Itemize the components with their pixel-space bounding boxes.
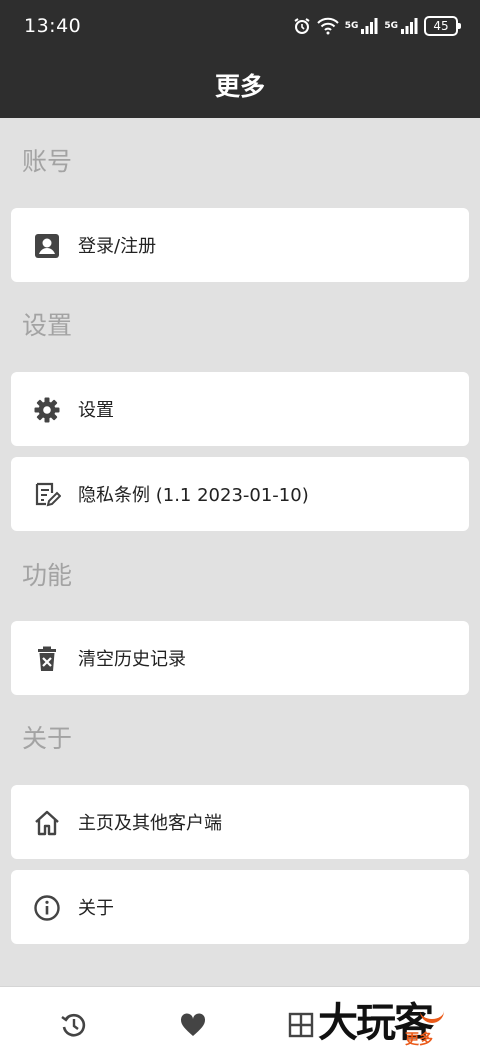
login-register-item[interactable]: 登录/注册 xyxy=(11,208,469,282)
section-header-about: 关于 xyxy=(22,724,73,753)
privacy-policy-label: 隐私条例 (1.1 2023-01-10) xyxy=(78,485,309,506)
section-header-account: 账号 xyxy=(22,147,73,176)
settings-label: 设置 xyxy=(78,400,114,421)
settings-item[interactable]: 设置 xyxy=(11,372,469,446)
clear-history-item[interactable]: 清空历史记录 xyxy=(11,621,469,695)
network-type-label-2: 5G xyxy=(384,21,398,31)
tab-favorites[interactable] xyxy=(132,987,252,1062)
wifi-icon xyxy=(316,17,339,35)
section-header-functions: 功能 xyxy=(22,561,73,590)
section-header-settings: 设置 xyxy=(22,311,73,340)
signal-icon-2 xyxy=(401,18,418,34)
privacy-policy-item[interactable]: 隐私条例 (1.1 2023-01-10) xyxy=(11,457,469,531)
tab-history[interactable] xyxy=(13,987,133,1062)
about-label: 关于 xyxy=(78,898,114,919)
network-type-label: 5G xyxy=(344,21,359,31)
app-bar: 更多 xyxy=(0,52,480,118)
alarm-icon xyxy=(294,18,310,34)
login-register-label: 登录/注册 xyxy=(78,236,157,257)
homepage-clients-label: 主页及其他客户端 xyxy=(78,813,222,834)
homepage-clients-item[interactable]: 主页及其他客户端 xyxy=(11,785,469,859)
history-icon xyxy=(61,1013,86,1037)
about-item[interactable]: 关于 xyxy=(11,870,469,944)
info-icon xyxy=(34,895,60,921)
gear-icon xyxy=(34,397,60,423)
battery-indicator: 45 xyxy=(424,16,461,36)
heart-icon xyxy=(180,1013,206,1036)
tab-more-label: 更多 xyxy=(405,1032,433,1048)
status-time: 13:40 xyxy=(24,15,82,37)
document-edit-icon xyxy=(35,482,61,507)
grid-icon xyxy=(288,1012,314,1038)
account-box-icon xyxy=(35,234,59,258)
home-icon xyxy=(35,810,59,836)
clear-history-label: 清空历史记录 xyxy=(78,649,186,670)
signal-icon xyxy=(361,18,378,34)
trash-icon xyxy=(38,646,56,671)
status-bar: 13:40 5G 5G 45 xyxy=(0,0,480,52)
page-title: 更多 xyxy=(214,72,265,101)
status-icons: 5G 5G 45 xyxy=(293,14,461,38)
